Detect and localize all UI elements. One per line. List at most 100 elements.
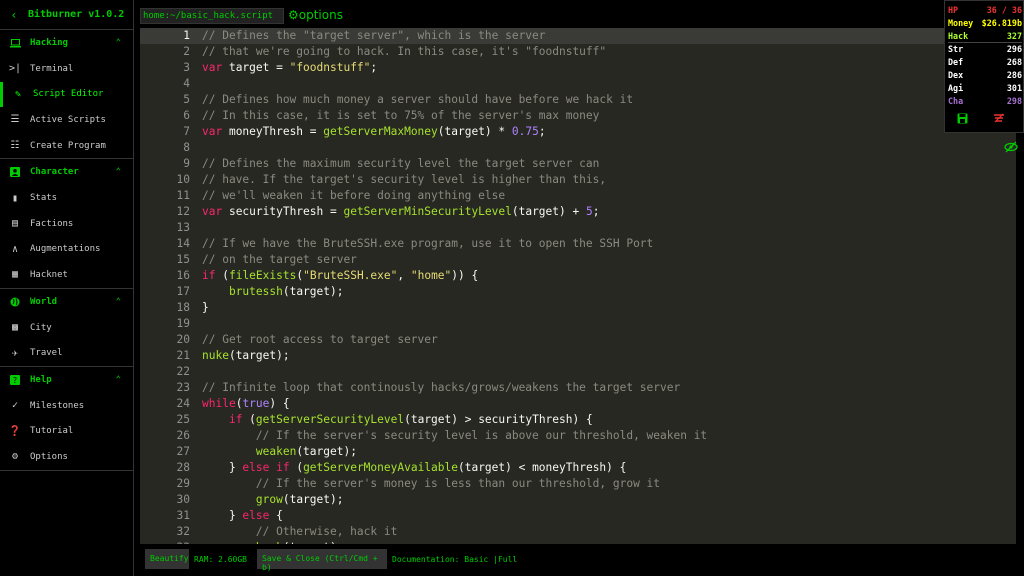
stat-value: 286 [1006, 70, 1022, 80]
code-line[interactable]: 30 grow(target); [140, 492, 1016, 508]
sidebar-item-label: Create Program [30, 140, 106, 151]
line-number: 5 [183, 93, 190, 106]
sidebar-item-label: Active Scripts [30, 114, 106, 125]
code-token: // In this case, it is set to 75% of the… [202, 109, 600, 122]
sidebar-section-label: Hacking [30, 38, 68, 48]
bug-icon: ☷ [10, 140, 20, 152]
sidebar-header-world[interactable]: World ⌃ [0, 289, 133, 315]
code-token: (target); [282, 493, 344, 506]
code-line[interactable]: 4 [140, 76, 1016, 92]
code-line[interactable]: 5 // Defines how much money a server shou… [140, 92, 1016, 108]
code-line[interactable]: 31 } else { [140, 508, 1016, 524]
code-editor[interactable]: 1 // Defines the "target server", which i… [140, 28, 1016, 544]
sidebar-item-active-scripts[interactable]: ☰ Active Scripts [0, 107, 133, 133]
sidebar-header-hacking[interactable]: Hacking ⌃ [0, 30, 133, 56]
code-token: var [202, 205, 223, 218]
code-line[interactable]: 18} [140, 300, 1016, 316]
line-number: 18 [176, 301, 190, 314]
code-text: var moneyThresh = getServerMaxMoney(targ… [202, 124, 546, 140]
sidebar-item-terminal[interactable]: >| Terminal [0, 56, 133, 82]
code-line[interactable]: 13 [140, 220, 1016, 236]
code-line[interactable]: 3 var target = "foodnstuff"; [140, 60, 1016, 76]
sidebar-item-options[interactable]: ⚙ Options [0, 444, 133, 470]
sidebar-item-tutorial[interactable]: ❓ Tutorial [0, 419, 133, 445]
line-number: 29 [176, 477, 190, 490]
sidebar-item-hacknet[interactable]: ▦ Hacknet [0, 262, 133, 288]
sidebar-header-help[interactable]: ? Help ⌃ [0, 367, 133, 393]
beautify-button[interactable]: Beautify [145, 549, 189, 569]
code-line[interactable]: 27 weaken(target); [140, 444, 1016, 460]
gear-icon: ⚙ [288, 8, 299, 22]
code-line[interactable]: 2 // that we're going to hack. In this ca… [140, 44, 1016, 60]
code-line[interactable]: 26 // If the server's security level is … [140, 428, 1016, 444]
line-number: 28 [176, 461, 190, 474]
code-line[interactable]: 19 [140, 316, 1016, 332]
code-line[interactable]: 22 [140, 364, 1016, 380]
sidebar-item-create-program[interactable]: ☷ Create Program [0, 133, 133, 159]
code-line[interactable]: 15 // on the target server [140, 252, 1016, 268]
sidebar-item-milestones[interactable]: ✓ Milestones [0, 393, 133, 419]
line-number: 20 [176, 333, 190, 346]
character-overview: HP 36 / 36 Money $26.819b Hack 327 Str 296 Def 26… [944, 0, 1024, 133]
sidebar-item-city[interactable]: ▩ City [0, 315, 133, 341]
code-line[interactable]: 11 // we'll weaken it before doing anythi… [140, 188, 1016, 204]
sidebar-item-script-editor[interactable]: ✎ Script Editor [0, 81, 133, 108]
code-line[interactable]: 23 // Infinite loop that continously hack… [140, 380, 1016, 396]
line-number: 24 [176, 397, 190, 410]
code-line[interactable]: 29 // If the server's money is less than… [140, 476, 1016, 492]
save-close-button[interactable]: Save & Close (Ctrl/Cmd + b) [257, 549, 387, 572]
list-icon: ☰ [10, 114, 20, 126]
code-line[interactable]: 7 var moneyThresh = getServerMaxMoney(tar… [140, 124, 1016, 140]
code-line[interactable]: 25 if (getServerSecurityLevel(target) > … [140, 412, 1016, 428]
code-line[interactable]: 32 // Otherwise, hack it [140, 524, 1016, 540]
help-circle-icon: ❓ [8, 425, 22, 437]
code-line[interactable]: 6 // In this case, it is set to 75% of th… [140, 108, 1016, 124]
code-line[interactable]: 10 // have. If the target's security leve… [140, 172, 1016, 188]
sidebar-item-travel[interactable]: ✈ Travel [0, 340, 133, 366]
chevron-up-icon[interactable]: ⌃ [116, 167, 121, 177]
options-button[interactable]: ⚙options [288, 8, 343, 22]
sidebar-item-label: Milestones [30, 400, 85, 411]
code-line[interactable]: 16 if (fileExists("BruteSSH.exe", "home")… [140, 268, 1016, 284]
chevron-up-icon[interactable]: ⌃ [116, 38, 121, 48]
documentation-links[interactable]: Documentation: Basic |Full [392, 555, 517, 564]
sidebar-section-world: World ⌃ ▩ City ✈ Travel [0, 289, 133, 367]
code-token: getServerMoneyAvailable [303, 461, 458, 474]
code-token: (target); [282, 285, 344, 298]
code-text: // that we're going to hack. In this cas… [202, 44, 606, 60]
sidebar-item-label: Script Editor [33, 89, 104, 100]
stat-row-def: Def 268 [948, 56, 1022, 69]
code-line[interactable]: 28 } else if (getServerMoneyAvailable(ta… [140, 460, 1016, 476]
terminal-icon: >| [8, 63, 22, 75]
stat-value: 327 [1006, 31, 1022, 41]
save-icon[interactable] [957, 113, 968, 126]
code-line[interactable]: 21 nuke(target); [140, 348, 1016, 364]
sidebar-item-stats[interactable]: ▮ Stats [0, 185, 133, 211]
code-line[interactable]: 8 [140, 140, 1016, 156]
code-line[interactable]: 14 // If we have the BruteSSH.exe program… [140, 236, 1016, 252]
sidebar-header-character[interactable]: Character ⌃ [0, 159, 133, 185]
laptop-icon [0, 38, 30, 48]
eye-off-icon[interactable] [1004, 138, 1018, 157]
code-line[interactable]: 9 // Defines the maximum security level t… [140, 156, 1016, 172]
kill-scripts-icon[interactable] [993, 113, 1005, 125]
sidebar-item-augmentations[interactable]: ∧ Augmentations [0, 237, 133, 263]
code-token: getServerMinSecurityLevel [343, 205, 512, 218]
code-line[interactable]: 12 var securityThresh = getServerMinSecur… [140, 204, 1016, 220]
code-line[interactable]: 20 // Get root access to target server [140, 332, 1016, 348]
file-tab[interactable]: home:~/basic_hack.script [140, 8, 284, 24]
code-token: else if [242, 461, 290, 474]
line-number: 10 [176, 173, 190, 186]
chevron-left-icon[interactable]: ‹ [0, 8, 28, 22]
chevron-up-icon[interactable]: ⌃ [116, 375, 121, 385]
code-line[interactable]: 1 // Defines the "target server", which i… [140, 28, 1016, 44]
code-text: var securityThresh = getServerMinSecurit… [202, 204, 599, 220]
code-line[interactable]: 17 brutessh(target); [140, 284, 1016, 300]
chevron-up-icon[interactable]: ⌃ [116, 297, 121, 307]
sidebar-item-factions[interactable]: ▤ Factions [0, 211, 133, 237]
code-line[interactable]: 24 while(true) { [140, 396, 1016, 412]
stat-label: Money [948, 18, 974, 28]
line-number: 8 [183, 141, 190, 154]
